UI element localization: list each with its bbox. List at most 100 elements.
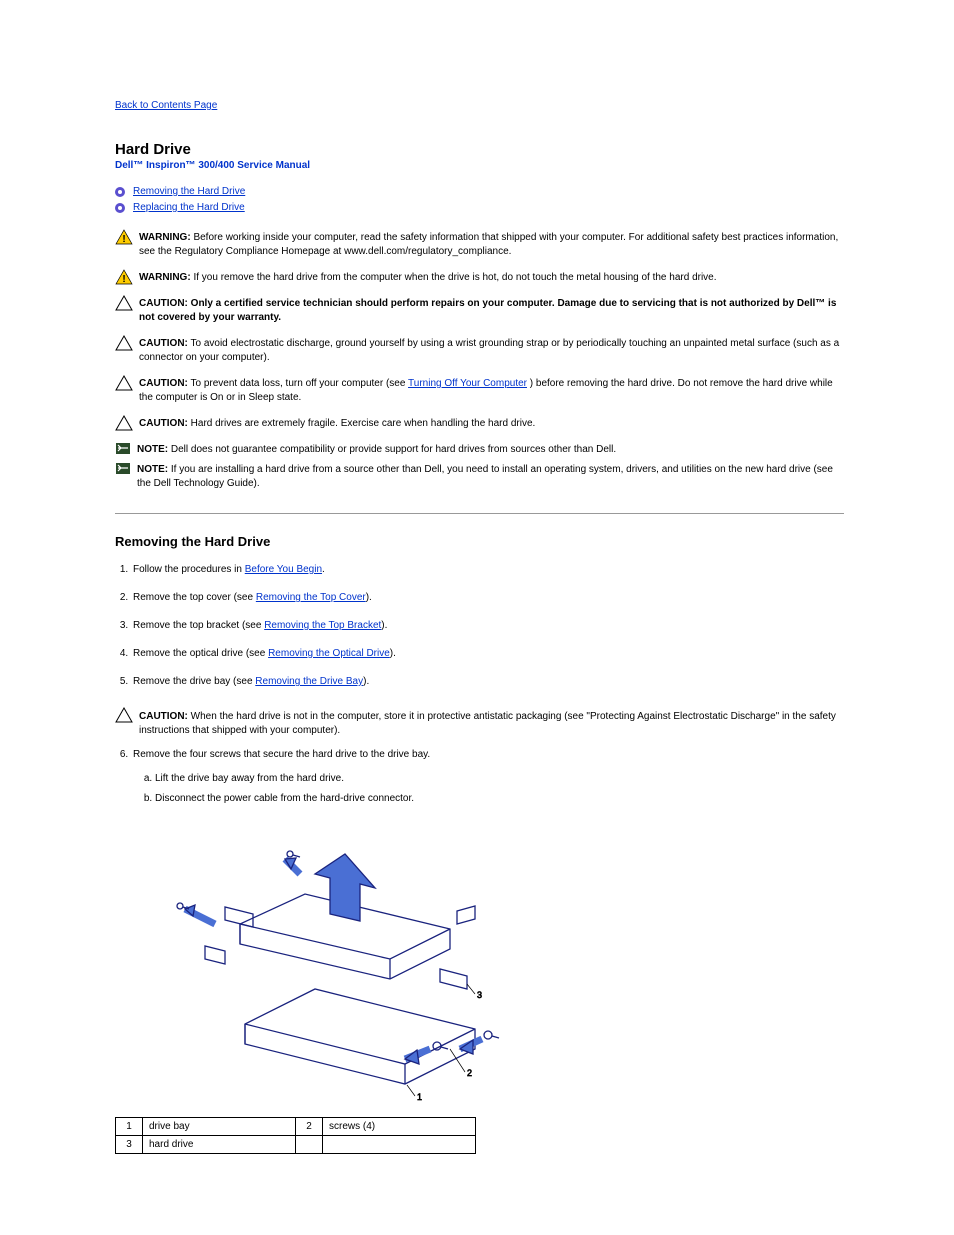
caution-icon [115, 707, 133, 723]
note-notice: NOTE: Dell does not guarantee compatibil… [115, 441, 844, 457]
removing-optical-drive-link[interactable]: Removing the Optical Drive [268, 648, 390, 659]
toc-item: Removing the Hard Drive [115, 185, 844, 199]
substep: Lift the drive bay away from the hard dr… [155, 772, 844, 786]
caution-body: Hard drives are extremely fragile. Exerc… [191, 418, 536, 429]
warning-icon: ! [115, 269, 133, 285]
toc-link-replace[interactable]: Replacing the Hard Drive [133, 202, 245, 213]
step-pre: Follow the procedures in [133, 564, 245, 575]
before-you-begin-link[interactable]: Before You Begin [245, 564, 322, 575]
step: Remove the top cover (see Removing the T… [131, 591, 844, 605]
caution-notice: CAUTION: To avoid electrostatic discharg… [115, 335, 844, 365]
caution-notice: CAUTION: Hard drives are extremely fragi… [115, 415, 844, 431]
table-row: 3 hard drive [116, 1136, 476, 1154]
legend-num: 2 [296, 1118, 323, 1136]
note-body: If you are installing a hard drive from … [137, 464, 833, 489]
caution-icon [115, 335, 133, 351]
turning-off-link[interactable]: Turning Off Your Computer [408, 378, 527, 389]
mid-caution: CAUTION: When the hard drive is not in t… [115, 707, 844, 738]
notice-text: CAUTION: Hard drives are extremely fragi… [139, 415, 844, 431]
steps-list-cont: Remove the four screws that secure the h… [115, 748, 844, 806]
note-notice: NOTE: If you are installing a hard drive… [115, 461, 844, 491]
caution-prefix: CAUTION: [139, 298, 188, 309]
step-post: ). [381, 620, 387, 631]
notice-text: WARNING: Before working inside your comp… [139, 229, 844, 259]
legend-num: 3 [116, 1136, 143, 1154]
step: Remove the top bracket (see Removing the… [131, 619, 844, 633]
note-prefix: NOTE: [137, 464, 168, 475]
step-pre: Remove the drive bay (see [133, 676, 255, 687]
legend-empty [323, 1136, 476, 1154]
removing-top-bracket-link[interactable]: Removing the Top Bracket [264, 620, 381, 631]
step-post: . [322, 564, 325, 575]
notice-text: NOTE: Dell does not guarantee compatibil… [137, 441, 844, 457]
substeps: Lift the drive bay away from the hard dr… [133, 772, 844, 806]
caution-body: When the hard drive is not in the comput… [139, 711, 836, 736]
legend-empty [296, 1136, 323, 1154]
warning-body: Before working inside your computer, rea… [139, 232, 838, 257]
caution-prefix: CAUTION: [139, 378, 188, 389]
caution-icon [115, 295, 133, 311]
note-prefix: NOTE: [137, 444, 168, 455]
drive-bay-figure: 1 2 3 [175, 824, 844, 1107]
notice-text: CAUTION: Only a certified service techni… [139, 295, 844, 325]
bullet-icon [115, 203, 125, 213]
page-content: Back to Contents Page Hard Drive Dell™ I… [0, 0, 954, 1194]
legend-num: 1 [116, 1118, 143, 1136]
step-pre: Remove the top cover (see [133, 592, 256, 603]
warning-icon: ! [115, 229, 133, 245]
note-icon [115, 441, 131, 455]
note-body: Dell does not guarantee compatibility or… [171, 444, 616, 455]
notice-text: CAUTION: When the hard drive is not in t… [139, 707, 844, 738]
removing-drive-bay-link[interactable]: Removing the Drive Bay [255, 676, 363, 687]
svg-text:2: 2 [467, 1068, 472, 1078]
caution-icon [115, 375, 133, 391]
step-post: ). [390, 648, 396, 659]
notice-text: WARNING: If you remove the hard drive fr… [139, 269, 844, 285]
back-to-contents-link[interactable]: Back to Contents Page [115, 100, 217, 111]
caution-prefix: CAUTION: [139, 338, 188, 349]
notices-block: ! WARNING: Before working inside your co… [115, 229, 844, 491]
caution-prefix: CAUTION: [139, 711, 188, 722]
step-post: ). [366, 592, 372, 603]
step-pre: Remove the optical drive (see [133, 648, 268, 659]
svg-text:3: 3 [477, 990, 482, 1000]
caution-notice: CAUTION: To prevent data loss, turn off … [115, 375, 844, 405]
caution-icon [115, 415, 133, 431]
manual-subtitle: Dell™ Inspiron™ 300/400 Service Manual [115, 160, 844, 171]
step-intro: Remove the four screws that secure the h… [133, 749, 430, 760]
warning-prefix: WARNING: [139, 232, 191, 243]
step-post: ). [363, 676, 369, 687]
note-icon [115, 461, 131, 475]
caution-body-pre: To prevent data loss, turn off your comp… [191, 378, 409, 389]
table-row: 1 drive bay 2 screws (4) [116, 1118, 476, 1136]
step: Remove the drive bay (see Removing the D… [131, 675, 844, 689]
caution-body: Only a certified service technician shou… [139, 298, 836, 323]
notice-text: CAUTION: To prevent data loss, turn off … [139, 375, 844, 405]
remove-hd-heading: Removing the Hard Drive [115, 534, 844, 549]
warning-prefix: WARNING: [139, 272, 191, 283]
toc-item: Replacing the Hard Drive [115, 201, 844, 215]
step: Remove the four screws that secure the h… [131, 748, 844, 806]
drive-bay-svg: 1 2 3 [175, 824, 515, 1104]
substep: Disconnect the power cable from the hard… [155, 792, 844, 806]
toc-list: Removing the Hard Drive Replacing the Ha… [115, 185, 844, 215]
legend-label: screws (4) [323, 1118, 476, 1136]
legend-label: drive bay [143, 1118, 296, 1136]
warning-notice: ! WARNING: Before working inside your co… [115, 229, 844, 259]
notice-text: NOTE: If you are installing a hard drive… [137, 461, 844, 491]
svg-text:1: 1 [417, 1092, 422, 1102]
caution-prefix: CAUTION: [139, 418, 188, 429]
caution-body: To avoid electrostatic discharge, ground… [139, 338, 839, 363]
notice-text: CAUTION: To avoid electrostatic discharg… [139, 335, 844, 365]
svg-text:!: ! [122, 234, 125, 245]
legend-label: hard drive [143, 1136, 296, 1154]
step: Follow the procedures in Before You Begi… [131, 563, 844, 577]
steps-list: Follow the procedures in Before You Begi… [115, 563, 844, 689]
step: Remove the optical drive (see Removing t… [131, 647, 844, 661]
warning-body: If you remove the hard drive from the co… [193, 272, 716, 283]
step-pre: Remove the top bracket (see [133, 620, 264, 631]
removing-top-cover-link[interactable]: Removing the Top Cover [256, 592, 366, 603]
legend-table: 1 drive bay 2 screws (4) 3 hard drive [115, 1117, 476, 1154]
warning-notice: ! WARNING: If you remove the hard drive … [115, 269, 844, 285]
toc-link-remove[interactable]: Removing the Hard Drive [133, 186, 245, 197]
